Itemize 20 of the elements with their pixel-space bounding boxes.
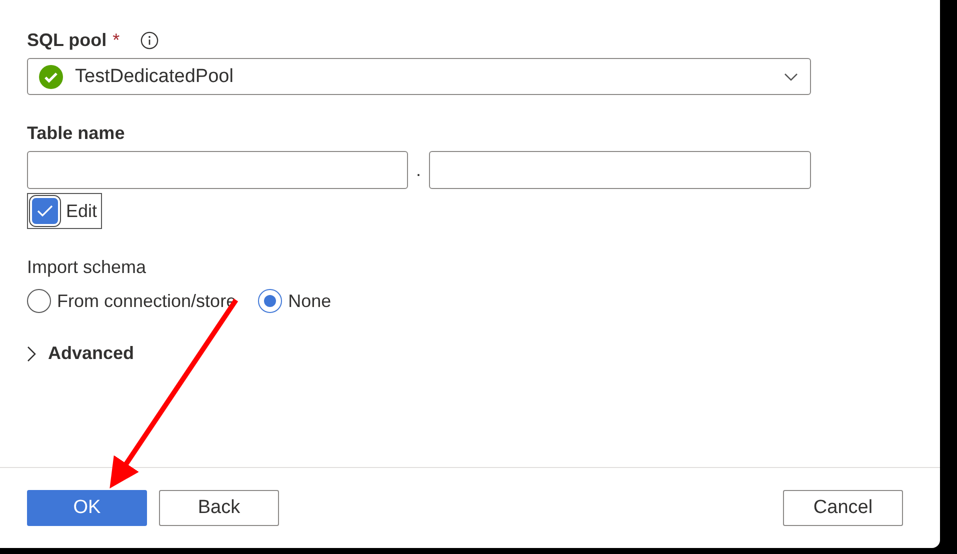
cancel-button[interactable]: Cancel xyxy=(783,490,903,526)
table-name-label: Table name xyxy=(27,122,125,144)
radio-option[interactable]: From connection/store xyxy=(27,289,236,313)
sql-pool-dropdown[interactable]: TestDedicatedPool xyxy=(27,58,811,95)
required-mark: * xyxy=(112,30,120,50)
chevron-down-icon xyxy=(784,72,798,80)
schema-input-field[interactable] xyxy=(27,151,408,189)
table-input-field[interactable] xyxy=(429,151,811,189)
radio-option[interactable]: None xyxy=(258,289,332,313)
import-schema-label: Import schema xyxy=(27,256,146,278)
info-icon[interactable] xyxy=(140,30,159,50)
chevron-right-icon xyxy=(27,346,36,362)
separator-dot: . xyxy=(414,160,422,180)
checkmark-icon xyxy=(37,205,53,217)
edit-checkbox[interactable]: Edit xyxy=(27,193,102,229)
advanced-expander[interactable]: Advanced xyxy=(27,343,134,364)
sql-pool-label: SQL pool xyxy=(27,30,107,50)
check-circle-icon xyxy=(39,64,63,88)
primary-button[interactable]: OK xyxy=(27,490,147,526)
secondary-button[interactable]: Back xyxy=(159,490,279,526)
